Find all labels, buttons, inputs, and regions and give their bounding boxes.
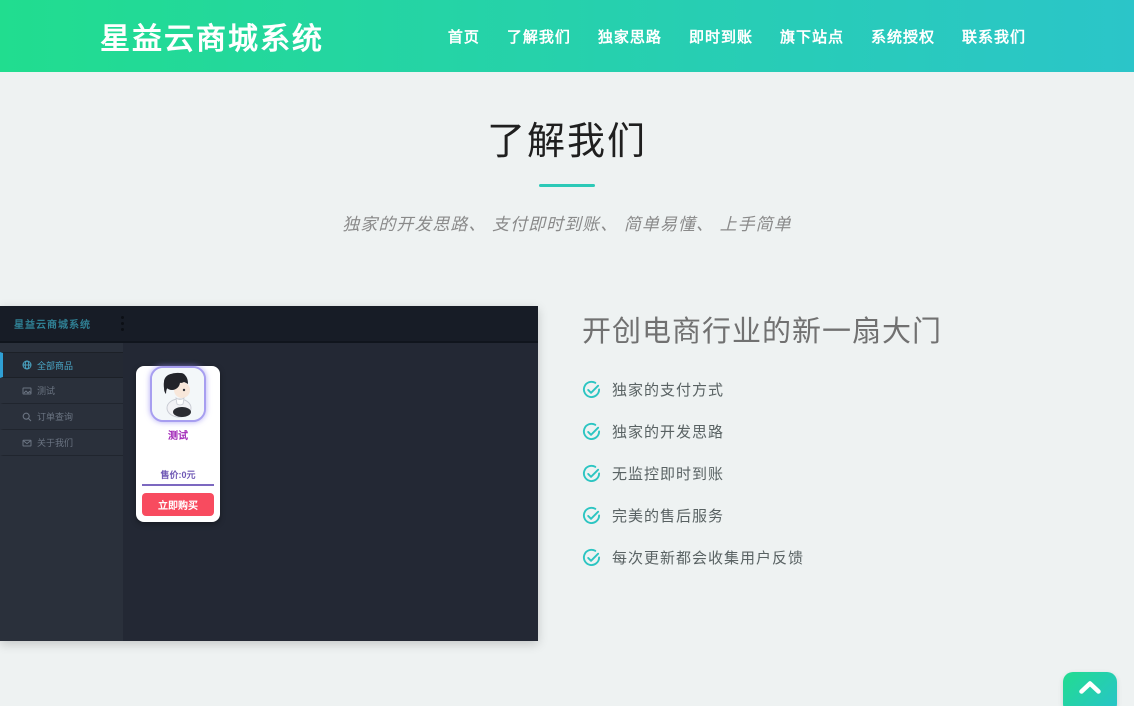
product-card: 测试 售价:0元 立即购买 [136, 366, 220, 522]
screenshot-topbar: 星益云商城系统 [0, 306, 538, 343]
sidebar-item-label: 测试 [37, 384, 55, 397]
feature-item: 独家的支付方式 [582, 379, 942, 400]
check-circle-icon [582, 464, 601, 483]
screenshot-main-area: 测试 售价:0元 立即购买 [123, 343, 538, 641]
about-block: 开创电商行业的新一扇大门 独家的支付方式 独家的开发思路 无监控即时到账 [582, 306, 942, 589]
product-image[interactable] [150, 366, 206, 422]
product-name: 测试 [136, 427, 220, 442]
back-to-top-button[interactable] [1063, 672, 1117, 706]
sidebar-item-label: 全部商品 [37, 359, 73, 372]
feature-label: 独家的开发思路 [612, 421, 724, 442]
chevron-up-icon [1079, 681, 1101, 694]
chibi-character-illustration [152, 368, 204, 420]
hero-section: 了解我们 独家的开发思路、 支付即时到账、 简单易懂、 上手简单 [0, 110, 1134, 235]
feature-list: 独家的支付方式 独家的开发思路 无监控即时到账 完美的售后服务 [582, 379, 942, 568]
search-icon [22, 412, 32, 422]
globe-icon [22, 360, 32, 370]
buy-now-button[interactable]: 立即购买 [142, 493, 214, 516]
image-icon [22, 386, 32, 396]
sidebar-item-label: 关于我们 [37, 436, 73, 449]
check-circle-icon [582, 380, 601, 399]
screenshot-app-title: 星益云商城系统 [14, 316, 91, 331]
sidebar-item-order-query[interactable]: 订单查询 [0, 404, 123, 430]
product-price: 售价:0元 [136, 468, 220, 481]
screenshot-sidebar: 全部商品 测试 订单查询 [0, 343, 123, 641]
brand-title[interactable]: 星益云商城系统 [100, 14, 324, 58]
nav-item-sites[interactable]: 旗下站点 [780, 26, 844, 47]
check-circle-icon [582, 548, 601, 567]
kebab-menu-icon[interactable] [121, 316, 124, 331]
check-circle-icon [582, 506, 601, 525]
nav-item-license[interactable]: 系统授权 [871, 26, 935, 47]
nav-item-home[interactable]: 首页 [448, 26, 480, 47]
section-heading: 开创电商行业的新一扇大门 [582, 308, 942, 350]
price-divider [142, 484, 214, 486]
feature-label: 无监控即时到账 [612, 463, 724, 484]
feature-label: 独家的支付方式 [612, 379, 724, 400]
screenshot-body: 全部商品 测试 订单查询 [0, 343, 538, 641]
mail-icon [22, 438, 32, 448]
feature-label: 完美的售后服务 [612, 505, 724, 526]
main-nav: 首页 了解我们 独家思路 即时到账 旗下站点 系统授权 联系我们 [448, 26, 1026, 47]
nav-item-ideas[interactable]: 独家思路 [598, 26, 662, 47]
feature-item: 每次更新都会收集用户反馈 [582, 547, 942, 568]
nav-item-contact[interactable]: 联系我们 [962, 26, 1026, 47]
feature-item: 完美的售后服务 [582, 505, 942, 526]
nav-item-about[interactable]: 了解我们 [507, 26, 571, 47]
sidebar-item-label: 订单查询 [37, 410, 73, 423]
feature-label: 每次更新都会收集用户反馈 [612, 547, 804, 568]
feature-item: 无监控即时到账 [582, 463, 942, 484]
site-header: 星益云商城系统 首页 了解我们 独家思路 即时到账 旗下站点 系统授权 联系我们 [0, 0, 1134, 72]
sidebar-item-all-products[interactable]: 全部商品 [0, 352, 123, 378]
title-underline [539, 184, 595, 187]
admin-screenshot: 星益云商城系统 全部商品 测试 [0, 306, 538, 641]
page-title: 了解我们 [0, 110, 1134, 165]
content-row: 星益云商城系统 全部商品 测试 [0, 306, 1134, 641]
nav-item-instant-pay[interactable]: 即时到账 [689, 26, 753, 47]
feature-item: 独家的开发思路 [582, 421, 942, 442]
sidebar-item-about-us[interactable]: 关于我们 [0, 430, 123, 456]
sidebar-item-test[interactable]: 测试 [0, 378, 123, 404]
hero-subtitle: 独家的开发思路、 支付即时到账、 简单易懂、 上手简单 [0, 210, 1134, 235]
check-circle-icon [582, 422, 601, 441]
